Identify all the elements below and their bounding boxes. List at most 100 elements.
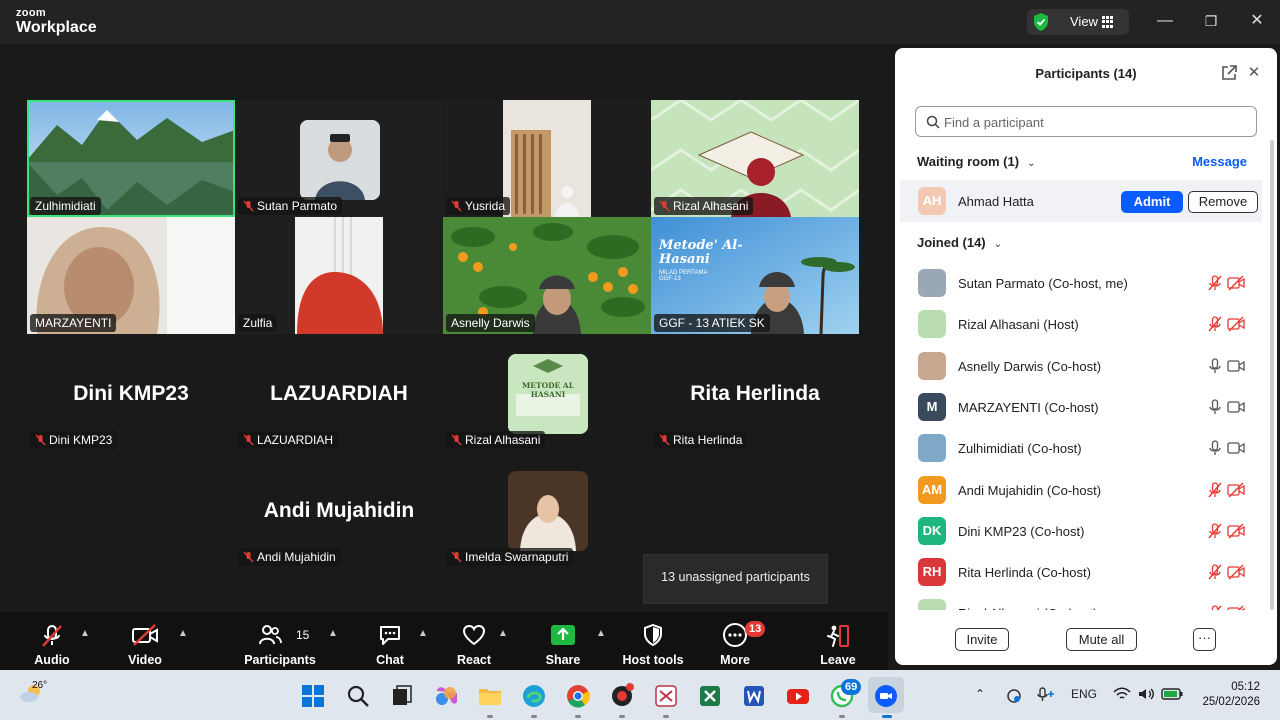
message-link[interactable]: Message bbox=[1192, 154, 1247, 169]
clock[interactable]: 05:12 25/02/2026 bbox=[1198, 680, 1260, 710]
waiting-participant-row[interactable]: AH Ahmad Hatta Admit Remove bbox=[900, 180, 1262, 222]
task-view-icon[interactable] bbox=[389, 683, 415, 709]
participants-button[interactable]: 15 Participants bbox=[240, 612, 320, 670]
panel-more-button[interactable]: ··· bbox=[1193, 628, 1216, 651]
security-shield-icon[interactable] bbox=[1032, 12, 1050, 32]
audio-options-caret[interactable]: ▲ bbox=[80, 628, 90, 639]
participant-name: Zulhimidiati (Co-host) bbox=[958, 441, 1082, 457]
react-button[interactable]: React bbox=[450, 612, 498, 670]
mic-muted-icon bbox=[659, 434, 670, 446]
chrome-icon[interactable] bbox=[565, 683, 591, 709]
search-input[interactable] bbox=[944, 112, 1244, 132]
zoom-icon[interactable] bbox=[873, 683, 899, 709]
participant-row[interactable]: Rizal Alhasani (Co-host) bbox=[895, 593, 1277, 610]
excel-icon[interactable] bbox=[697, 683, 723, 709]
participant-search[interactable] bbox=[915, 106, 1257, 137]
restore-icon[interactable]: ❐ bbox=[1200, 10, 1222, 32]
mic-muted-icon bbox=[659, 200, 670, 212]
video-button[interactable]: Video bbox=[120, 612, 170, 670]
shield-icon bbox=[644, 624, 662, 646]
camera-off-icon[interactable] bbox=[1227, 482, 1245, 498]
edge-icon[interactable] bbox=[521, 683, 547, 709]
screen-recorder-icon[interactable] bbox=[609, 683, 635, 709]
battery-icon[interactable] bbox=[1161, 687, 1183, 701]
weather-widget[interactable]: 26° bbox=[18, 680, 47, 707]
view-button[interactable]: View bbox=[1027, 9, 1129, 35]
chat-button[interactable]: Chat bbox=[367, 612, 413, 670]
mic-icon[interactable] bbox=[1207, 440, 1223, 456]
participant-row[interactable]: AM Andi Mujahidin (Co-host) bbox=[895, 470, 1277, 511]
camera-off-icon[interactable] bbox=[1227, 605, 1245, 610]
file-explorer-icon[interactable] bbox=[477, 683, 503, 709]
participants-count: 15 bbox=[296, 628, 310, 642]
camera-icon[interactable] bbox=[1227, 358, 1245, 374]
video-tile-sutan-parmato[interactable]: Sutan Parmato bbox=[235, 100, 443, 217]
mic-muted-icon[interactable] bbox=[1207, 564, 1223, 580]
video-tile-ggf-atiek[interactable]: Metode' Al-Hasani MILAD PERTAMA GGF-13 G… bbox=[651, 217, 859, 334]
close-panel-icon[interactable]: ✕ bbox=[1245, 64, 1263, 82]
mic-muted-icon[interactable] bbox=[1207, 605, 1223, 610]
video-tile-zulhimidiati[interactable]: Zulhimidiati bbox=[27, 100, 235, 217]
video-tile-asnelly-darwis[interactable]: Asnelly Darwis bbox=[443, 217, 651, 334]
whatsapp-badge: 69 bbox=[841, 679, 862, 695]
video-tile-zulfia[interactable]: Zulfia bbox=[235, 217, 443, 334]
tray-overflow-icon[interactable]: ⌃ bbox=[975, 687, 985, 701]
host-tools-button[interactable]: Host tools bbox=[618, 612, 688, 670]
camera-off-icon[interactable] bbox=[1227, 564, 1245, 580]
word-icon[interactable] bbox=[741, 683, 767, 709]
wifi-icon[interactable] bbox=[1113, 687, 1131, 701]
mic-muted-icon[interactable] bbox=[1207, 275, 1223, 291]
panel-scrollbar[interactable] bbox=[1270, 140, 1274, 610]
security-tray-icon[interactable] bbox=[1006, 688, 1022, 704]
participant-row[interactable]: Asnelly Darwis (Co-host) bbox=[895, 346, 1277, 387]
participant-row[interactable]: M MARZAYENTI (Co-host) bbox=[895, 387, 1277, 428]
language-indicator[interactable]: ENG bbox=[1071, 687, 1097, 701]
mic-muted-icon[interactable] bbox=[1207, 481, 1223, 498]
camera-off-icon[interactable] bbox=[1227, 275, 1245, 291]
participant-row[interactable]: RH Rita Herlinda (Co-host) bbox=[895, 552, 1277, 593]
avatar bbox=[918, 599, 946, 610]
search-icon[interactable] bbox=[345, 683, 371, 709]
snipping-tool-icon[interactable] bbox=[653, 683, 679, 709]
mic-icon[interactable] bbox=[1207, 399, 1223, 415]
youtube-icon[interactable] bbox=[785, 683, 811, 709]
participant-row[interactable]: Zulhimidiati (Co-host) bbox=[895, 428, 1277, 469]
avatar bbox=[918, 434, 946, 463]
joined-header[interactable]: Joined (14) ⌄ bbox=[917, 235, 1002, 250]
windows-start-icon[interactable] bbox=[300, 683, 326, 709]
name-tag: Zulfia bbox=[238, 314, 278, 332]
video-tile-marzayenti[interactable]: MARZAYENTI bbox=[27, 217, 235, 334]
remove-button[interactable]: Remove bbox=[1188, 191, 1258, 213]
mic-tray-icon[interactable] bbox=[1036, 686, 1056, 704]
share-options-caret[interactable]: ▲ bbox=[596, 628, 606, 639]
volume-icon[interactable] bbox=[1137, 687, 1155, 701]
copilot-icon[interactable] bbox=[433, 683, 459, 709]
react-options-caret[interactable]: ▲ bbox=[498, 628, 508, 639]
camera-icon[interactable] bbox=[1227, 399, 1245, 415]
participant-row[interactable]: DK Dini KMP23 (Co-host) bbox=[895, 511, 1277, 552]
avatar: M bbox=[918, 392, 946, 421]
camera-off-icon[interactable] bbox=[1227, 523, 1245, 539]
video-options-caret[interactable]: ▲ bbox=[178, 628, 188, 639]
invite-button[interactable]: Invite bbox=[955, 628, 1009, 651]
participants-options-caret[interactable]: ▲ bbox=[328, 628, 338, 639]
mic-muted-icon[interactable] bbox=[1207, 523, 1223, 539]
camera-off-icon[interactable] bbox=[1227, 316, 1245, 332]
minimize-icon[interactable]: — bbox=[1154, 10, 1176, 32]
participant-row[interactable]: Rizal Alhasani (Host) bbox=[895, 304, 1277, 345]
mic-icon[interactable] bbox=[1207, 357, 1223, 374]
camera-icon[interactable] bbox=[1227, 440, 1245, 456]
audio-button[interactable]: Audio bbox=[27, 612, 77, 670]
pop-out-icon[interactable] bbox=[1220, 64, 1238, 82]
video-tile-yusrida[interactable]: Yusrida bbox=[443, 100, 651, 217]
chat-options-caret[interactable]: ▲ bbox=[418, 628, 428, 639]
share-button[interactable]: Share bbox=[540, 612, 586, 670]
close-icon[interactable]: ✕ bbox=[1246, 10, 1268, 32]
mic-muted-icon[interactable] bbox=[1207, 316, 1223, 332]
leave-button[interactable]: Leave bbox=[815, 612, 861, 670]
mute-all-button[interactable]: Mute all bbox=[1066, 628, 1137, 651]
participant-row[interactable]: Sutan Parmato (Co-host, me) bbox=[895, 263, 1277, 304]
waiting-room-header[interactable]: Waiting room (1) ⌄ bbox=[917, 154, 1035, 169]
video-tile-rizal-alhasani[interactable]: Rizal Alhasani bbox=[651, 100, 859, 217]
admit-button[interactable]: Admit bbox=[1121, 191, 1183, 213]
